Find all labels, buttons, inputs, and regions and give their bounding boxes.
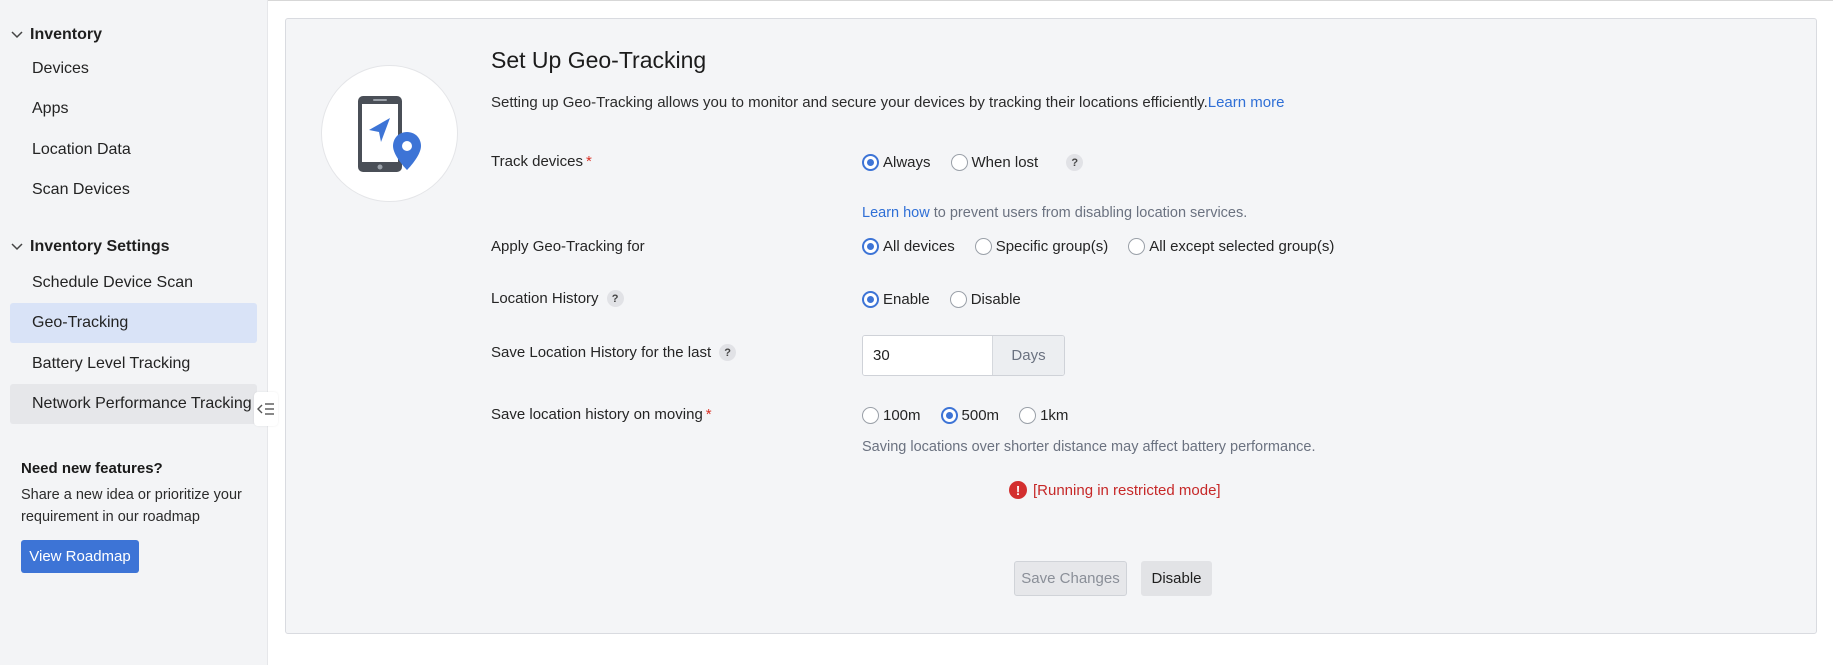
history-enable-radio[interactable]: Enable [862, 291, 930, 308]
geo-tracking-panel: Set Up Geo-Tracking Setting up Geo-Track… [285, 18, 1817, 634]
radio-circle [862, 291, 879, 308]
radio-label: 100m [883, 407, 921, 424]
track-when-lost-radio[interactable]: When lost [950, 154, 1039, 171]
radio-label: All except selected group(s) [1149, 238, 1335, 255]
sidebar-item-scan-devices[interactable]: Scan Devices [10, 170, 257, 210]
sidebar-item-label: Geo-Tracking [32, 314, 129, 331]
sidebar-item-apps[interactable]: Apps [10, 89, 257, 129]
save-changes-button[interactable]: Save Changes [1014, 561, 1127, 596]
sidebar-item-location-data[interactable]: Location Data [10, 130, 257, 170]
days-unit-label: Days [992, 336, 1064, 375]
track-always-radio[interactable]: Always [862, 154, 931, 171]
page-title: Set Up Geo-Tracking [491, 47, 707, 73]
sidebar-item-devices[interactable]: Devices [10, 49, 257, 89]
sidebar-item-label: Apps [32, 100, 69, 117]
apply-all-devices-radio[interactable]: All devices [862, 238, 955, 255]
learn-more-link[interactable]: Learn more [1208, 94, 1285, 111]
track-devices-label: Track devices * [491, 153, 592, 170]
distance-1km-radio[interactable]: 1km [1019, 407, 1068, 424]
radio-label: When lost [971, 154, 1039, 171]
sidebar-item-battery-level-tracking[interactable]: Battery Level Tracking [10, 344, 257, 384]
radio-label: 500m [961, 407, 1000, 424]
history-days-field: Days [862, 335, 1065, 376]
radio-circle [862, 407, 879, 424]
phone-location-icon [357, 95, 421, 172]
label-text: Apply Geo-Tracking for [491, 238, 645, 255]
label-text: Location History [491, 290, 599, 307]
save-history-duration-label: Save Location History for the last? [491, 344, 737, 361]
promo-title: Need new features? [21, 460, 163, 477]
location-history-radio-group: Enable Disable [862, 291, 1041, 308]
help-icon[interactable]: ? [719, 344, 737, 361]
radio-label: All devices [883, 238, 955, 255]
warning-text: [Running in restricted mode] [1033, 481, 1221, 499]
label-text: Save Location History for the last [491, 344, 712, 361]
sidebar-section-inventory[interactable]: Inventory [10, 24, 102, 46]
sidebar-item-geo-tracking[interactable]: Geo-Tracking [10, 303, 257, 343]
radio-circle [949, 291, 967, 308]
learn-how-link[interactable]: Learn how [862, 205, 930, 221]
help-icon[interactable]: ? [606, 290, 624, 307]
radio-label: Specific group(s) [995, 238, 1109, 255]
view-roadmap-button[interactable]: View Roadmap [21, 540, 139, 573]
label-text: Save location history on moving [491, 406, 703, 423]
sidebar-item-label: Battery Level Tracking [32, 355, 191, 372]
save-on-moving-label: Save location history on moving * [491, 406, 712, 423]
location-history-label: Location History? [491, 290, 624, 307]
radio-circle [1128, 238, 1146, 255]
chevron-down-icon [11, 31, 23, 39]
page-description: Setting up Geo-Tracking allows you to mo… [491, 94, 1284, 111]
radio-label: Always [883, 154, 931, 171]
description-text: Setting up Geo-Tracking allows you to mo… [491, 94, 1208, 111]
radio-label: 1km [1040, 407, 1069, 424]
chevron-down-icon [11, 243, 23, 251]
collapse-sidebar-button[interactable] [254, 392, 278, 426]
sidebar-item-schedule-device-scan[interactable]: Schedule Device Scan [10, 263, 257, 303]
help-icon[interactable]: ? [1066, 154, 1084, 171]
sidebar-section-title: Inventory Settings [30, 238, 170, 255]
promo-text: Share a new idea or prioritize your requ… [21, 487, 242, 525]
restricted-mode-warning: ! [Running in restricted mode] [1009, 481, 1221, 499]
history-disable-radio[interactable]: Disable [949, 291, 1021, 308]
sidebar-item-label: Scan Devices [32, 181, 130, 198]
track-devices-radio-group: Always When lost ? [862, 154, 1084, 171]
required-marker: * [705, 406, 712, 423]
radio-circle [862, 238, 879, 255]
disable-button[interactable]: Disable [1141, 561, 1212, 596]
geo-tracking-illustration [321, 65, 458, 202]
apply-geo-tracking-label: Apply Geo-Tracking for [491, 238, 645, 255]
label-text: Track devices [491, 153, 583, 170]
hint-text: to prevent users from disabling location… [929, 205, 1248, 221]
history-days-input[interactable] [863, 336, 992, 375]
required-marker: * [585, 153, 592, 170]
apply-for-radio-group: All devices Specific group(s) All except… [862, 238, 1354, 255]
sidebar-item-label: Schedule Device Scan [32, 274, 193, 291]
sidebar: Inventory Devices Apps Location Data Sca… [0, 0, 268, 665]
sidebar-item-network-performance-tracking[interactable]: Network Performance Tracking [10, 384, 257, 424]
apply-specific-groups-radio[interactable]: Specific group(s) [974, 238, 1109, 255]
battery-hint: Saving locations over shorter distance m… [862, 439, 1316, 455]
radio-circle [940, 407, 958, 424]
radio-circle [1019, 407, 1037, 424]
apply-all-except-radio[interactable]: All except selected group(s) [1128, 238, 1334, 255]
radio-circle [862, 154, 879, 171]
sidebar-item-label: Location Data [32, 141, 131, 158]
sidebar-section-inventory-settings[interactable]: Inventory Settings [10, 236, 170, 258]
top-border [0, 0, 1833, 1]
distance-500m-radio[interactable]: 500m [940, 407, 1000, 424]
radio-circle [974, 238, 992, 255]
collapse-menu-icon [257, 403, 274, 415]
distance-100m-radio[interactable]: 100m [862, 407, 921, 424]
radio-label: Disable [970, 291, 1021, 308]
sidebar-section-title: Inventory [30, 26, 103, 43]
radio-label: Enable [883, 291, 930, 308]
sidebar-item-label: Devices [32, 60, 89, 77]
sidebar-item-label: Network Performance Tracking [32, 395, 252, 412]
distance-radio-group: 100m 500m 1km [862, 407, 1088, 424]
radio-circle [950, 154, 968, 171]
track-devices-hint: Learn how to prevent users from disablin… [862, 205, 1247, 221]
error-icon: ! [1009, 481, 1027, 499]
